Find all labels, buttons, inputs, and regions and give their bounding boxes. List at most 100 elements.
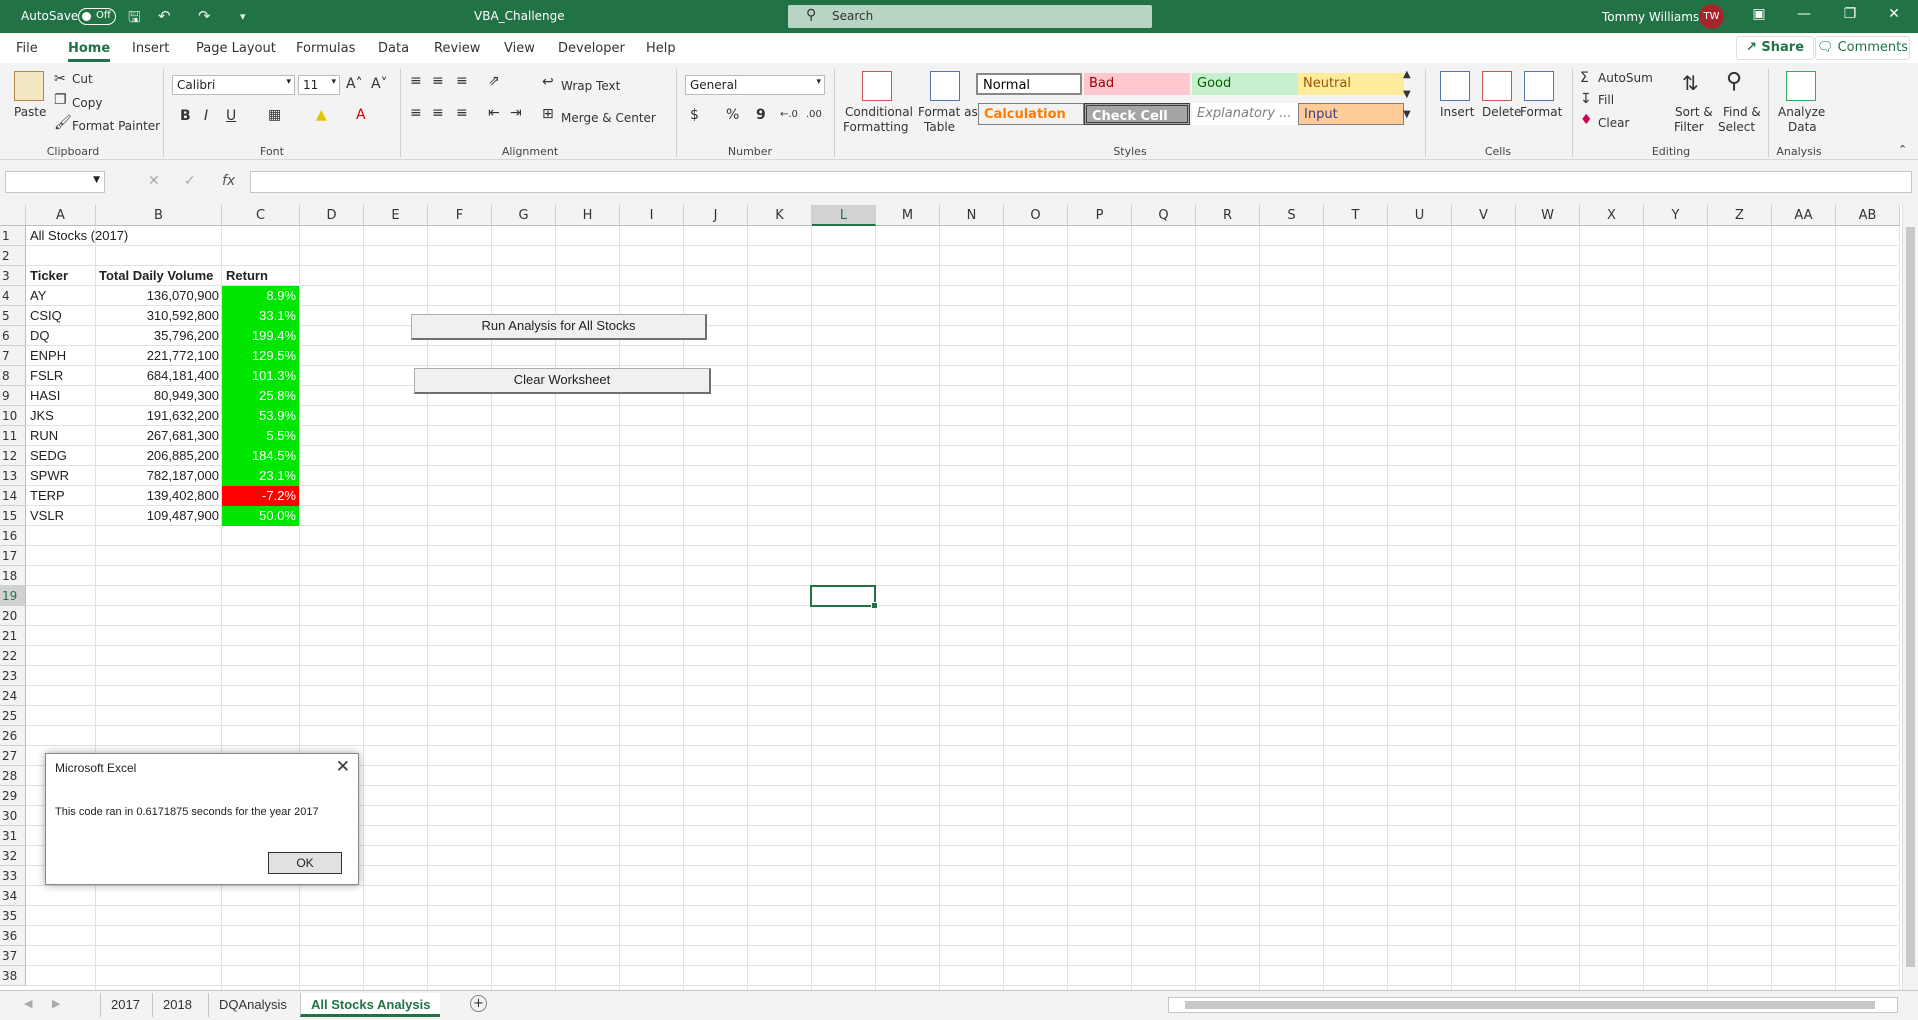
top-align-icon[interactable]: ≡ (410, 73, 422, 89)
row-header[interactable]: 14 (0, 486, 26, 506)
insert-cells-button[interactable]: Insert (1440, 105, 1474, 119)
ticker-cell[interactable]: TERP (27, 486, 68, 506)
run-analysis-button[interactable]: Run Analysis for All Stocks (411, 314, 707, 340)
minimize-icon[interactable]: — (1792, 6, 1816, 22)
add-sheet-button[interactable]: + (470, 995, 487, 1012)
volume-cell[interactable]: 782,187,000 (96, 466, 222, 486)
row-header[interactable]: 36 (0, 926, 26, 946)
sheet-title-cell[interactable]: All Stocks (2017) (27, 226, 131, 246)
style-normal[interactable]: Normal (976, 73, 1082, 95)
conditional-formatting-button[interactable]: Conditional (845, 105, 913, 119)
copy-button[interactable]: Copy (72, 96, 102, 110)
column-header-a[interactable]: A (26, 205, 96, 226)
sheet-tab-2018[interactable]: 2018 (152, 993, 202, 1017)
cancel-entry-icon[interactable]: ✕ (148, 173, 160, 189)
row-header[interactable]: 10 (0, 406, 26, 426)
percent-button[interactable]: % (726, 107, 739, 123)
column-header-e[interactable]: E (364, 205, 428, 226)
autosum-button[interactable]: AutoSum (1598, 71, 1653, 85)
enter-entry-icon[interactable]: ✓ (184, 173, 196, 189)
fill-color-icon[interactable]: ▲ (316, 107, 327, 123)
close-icon[interactable]: ✕ (1882, 6, 1906, 22)
tab-insert[interactable]: Insert (132, 41, 169, 56)
column-header-ab[interactable]: AB (1836, 205, 1900, 226)
name-box-dropdown-icon[interactable]: ▼ (93, 175, 100, 185)
style-check-cell[interactable]: Check Cell (1084, 103, 1190, 125)
format-as-table-button[interactable]: Format as (918, 105, 978, 119)
volume-cell[interactable]: 267,681,300 (96, 426, 222, 446)
volume-cell[interactable]: 35,796,200 (96, 326, 222, 346)
font-name-combo[interactable]: Calibri ▾ (172, 75, 295, 95)
style-good[interactable]: Good (1192, 73, 1298, 95)
column-header-u[interactable]: U (1388, 205, 1452, 226)
tab-page-layout[interactable]: Page Layout (196, 41, 276, 56)
italic-button[interactable]: I (204, 108, 208, 124)
ticker-cell[interactable]: VSLR (27, 506, 67, 526)
style-explanatory[interactable]: Explanatory ... (1192, 103, 1298, 125)
next-sheet-icon[interactable]: ▶ (52, 997, 60, 1010)
row-header[interactable]: 6 (0, 326, 26, 346)
row-header[interactable]: 29 (0, 786, 26, 806)
column-header-h[interactable]: H (556, 205, 620, 226)
row-header[interactable]: 35 (0, 906, 26, 926)
merge-center-button[interactable]: Merge & Center (561, 111, 656, 125)
prev-sheet-icon[interactable]: ◀ (24, 997, 32, 1010)
sheet-tab-dqanalysis[interactable]: DQAnalysis (208, 993, 297, 1017)
ticker-cell[interactable]: HASI (27, 386, 63, 406)
share-button[interactable]: ↗ Share (1736, 36, 1814, 60)
styles-more-icon[interactable]: ▼ (1403, 109, 1411, 120)
increase-indent-icon[interactable]: ⇥ (510, 105, 522, 121)
volume-cell[interactable]: 109,487,900 (96, 506, 222, 526)
column-header-c[interactable]: C (222, 205, 300, 226)
ticker-cell[interactable]: AY (27, 286, 49, 306)
return-cell[interactable]: 101.3% (222, 366, 299, 386)
sort-filter-button[interactable]: Sort & (1675, 105, 1713, 119)
row-header[interactable]: 9 (0, 386, 26, 406)
currency-button[interactable]: $ (690, 107, 699, 123)
tab-view[interactable]: View (504, 41, 535, 56)
name-box[interactable]: ▼ (5, 171, 105, 193)
row-header[interactable]: 13 (0, 466, 26, 486)
borders-icon[interactable]: ▦ (268, 107, 281, 123)
volume-cell[interactable]: 206,885,200 (96, 446, 222, 466)
column-header-t[interactable]: T (1324, 205, 1388, 226)
ticker-cell[interactable]: SPWR (27, 466, 72, 486)
row-header[interactable]: 18 (0, 566, 26, 586)
return-cell[interactable]: 8.9% (222, 286, 299, 306)
worksheet-grid[interactable]: A B C D E F G H I J K L M N O P Q R S T U V W X Y Z AA AB 123456789… (0, 205, 1918, 990)
select-all-corner[interactable] (0, 205, 26, 226)
align-right-icon[interactable]: ≡ (456, 105, 468, 121)
row-header[interactable]: 24 (0, 686, 26, 706)
row-header[interactable]: 15 (0, 506, 26, 526)
column-header-x[interactable]: X (1580, 205, 1644, 226)
increase-decimal-icon[interactable]: ←.0 (780, 109, 798, 120)
row-header[interactable]: 12 (0, 446, 26, 466)
column-header-d[interactable]: D (300, 205, 364, 226)
column-header-z[interactable]: Z (1708, 205, 1772, 226)
column-header-s[interactable]: S (1260, 205, 1324, 226)
vertical-scrollbar[interactable] (1902, 205, 1918, 990)
tab-formulas[interactable]: Formulas (296, 41, 355, 56)
row-header[interactable]: 3 (0, 266, 26, 286)
volume-cell[interactable]: 139,402,800 (96, 486, 222, 506)
header-return[interactable]: Return (223, 266, 271, 286)
return-cell[interactable]: 25.8% (222, 386, 299, 406)
bottom-align-icon[interactable]: ≡ (456, 73, 468, 89)
save-icon[interactable]: 🖫 (128, 7, 141, 32)
ticker-cell[interactable]: CSIQ (27, 306, 65, 326)
tab-home[interactable]: Home (68, 41, 111, 62)
column-header-p[interactable]: P (1068, 205, 1132, 226)
column-header-aa[interactable]: AA (1772, 205, 1836, 226)
styles-scroll-down-icon[interactable]: ▼ (1403, 89, 1411, 100)
analyze-data-button[interactable]: Analyze (1778, 105, 1825, 119)
comments-button[interactable]: 🗨 Comments (1815, 36, 1910, 60)
decrease-indent-icon[interactable]: ⇤ (488, 105, 500, 121)
ticker-cell[interactable]: SEDG (27, 446, 70, 466)
row-header[interactable]: 21 (0, 626, 26, 646)
insert-function-button[interactable]: fx (222, 173, 235, 189)
volume-cell[interactable]: 191,632,200 (96, 406, 222, 426)
increase-font-icon[interactable]: A˄ (346, 76, 363, 92)
row-header[interactable]: 32 (0, 846, 26, 866)
wrap-text-button[interactable]: Wrap Text (561, 79, 620, 93)
tab-data[interactable]: Data (378, 41, 409, 56)
